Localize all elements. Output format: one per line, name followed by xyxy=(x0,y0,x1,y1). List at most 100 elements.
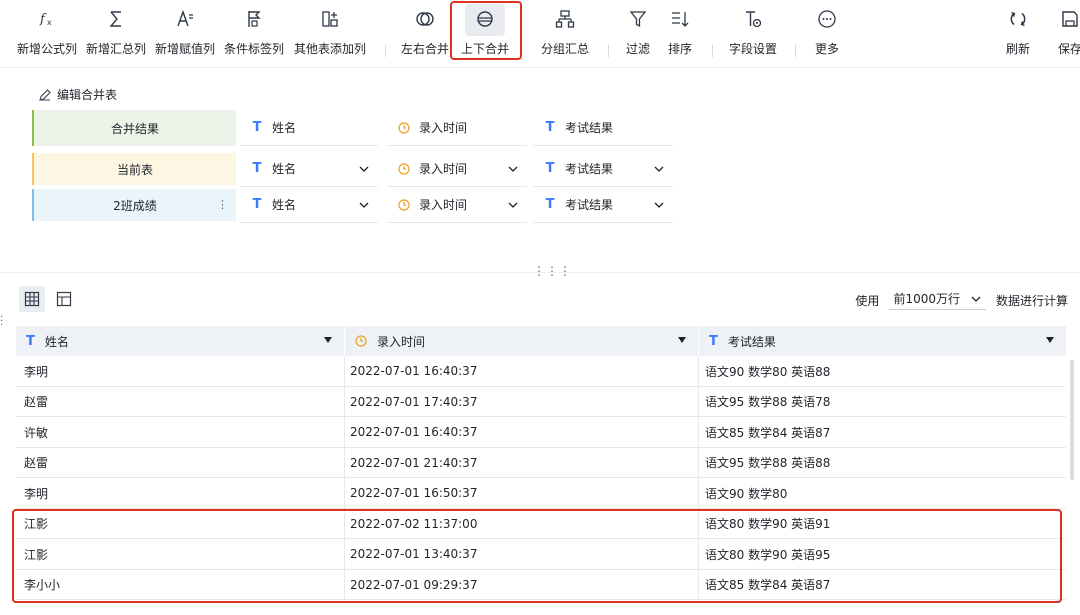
group-icon xyxy=(552,6,578,32)
caret-down-icon[interactable] xyxy=(324,337,332,343)
clock-icon xyxy=(397,162,411,175)
text-type-icon: T xyxy=(252,161,262,176)
filter-button[interactable]: 过滤 xyxy=(623,6,653,62)
layout-icon xyxy=(56,291,72,307)
text-type-icon: T xyxy=(545,197,555,212)
cell-name: 李明 xyxy=(16,356,345,386)
toolbar-label: 新增公式列 xyxy=(16,42,77,56)
current-table-field-name-select[interactable]: T 姓名 xyxy=(240,151,378,187)
add-summary-column-button[interactable]: 新增汇总列 xyxy=(85,6,147,62)
table-row[interactable]: 李明 2022-07-01 16:50:37 语文90 数学80 xyxy=(16,478,1066,509)
cell-time: 2022-07-01 16:40:37 xyxy=(345,417,699,447)
toolbar-label: 条件标签列 xyxy=(223,42,284,56)
flag-icon xyxy=(241,6,267,32)
column-header-name[interactable]: T 姓名 xyxy=(16,326,345,356)
row-limit-value: 前1000万行 xyxy=(893,292,960,306)
chevron-down-icon xyxy=(359,166,369,172)
source-current-table: 当前表 xyxy=(32,153,236,185)
merge-result-field-score: T 考试结果 xyxy=(533,110,673,146)
condition-tag-column-button[interactable]: 条件标签列 xyxy=(223,6,285,62)
assign-icon xyxy=(172,6,198,32)
source-class2-table: 2班成绩 ⋮ xyxy=(32,189,236,221)
table-header: T 姓名 录入时间 T 考试结果 xyxy=(16,326,1066,356)
cell-score: 语文90 数学80 xyxy=(705,486,788,501)
group-summary-button[interactable]: 分组汇总 xyxy=(540,6,590,62)
usage-prefix: 使用 xyxy=(855,293,880,308)
current-table-field-time-select[interactable]: 录入时间 xyxy=(387,151,527,187)
class2-field-name-select[interactable]: T 姓名 xyxy=(240,187,378,223)
field-settings-button[interactable]: 字段设置 xyxy=(727,6,779,62)
formula-icon: fx xyxy=(34,6,60,32)
cell-time: 2022-07-01 16:50:37 xyxy=(345,478,699,508)
table-row[interactable]: 赵雷 2022-07-01 21:40:37 语文95 数学88 英语88 xyxy=(16,447,1066,478)
cell-score: 语文90 数学80 英语88 xyxy=(705,364,831,379)
highlight-box-merge-button xyxy=(450,1,522,60)
sigma-icon xyxy=(103,6,129,32)
toolbar-label: 新增汇总列 xyxy=(85,42,146,56)
merge-result-field-time: 录入时间 xyxy=(387,110,527,146)
text-type-icon: T xyxy=(26,333,35,349)
cell-name: 赵雷 xyxy=(16,386,345,417)
refresh-icon xyxy=(1005,6,1031,32)
field-label: 考试结果 xyxy=(565,198,614,212)
caret-down-icon[interactable] xyxy=(1046,337,1054,343)
resize-handle[interactable]: ⋮⋮⋮ xyxy=(533,264,572,278)
add-formula-column-button[interactable]: fx 新增公式列 xyxy=(16,6,78,62)
text-type-icon: T xyxy=(545,161,555,176)
caret-down-icon[interactable] xyxy=(678,337,686,343)
edit-merge-table-link[interactable]: 编辑合并表 xyxy=(38,86,117,103)
toolbar-label: 保存 xyxy=(1057,42,1080,56)
cell-name: 赵雷 xyxy=(16,447,345,478)
edit-icon xyxy=(39,88,51,101)
cell-score: 语文95 数学88 英语78 xyxy=(705,395,831,409)
venn-icon xyxy=(412,6,438,32)
toolbar-label: 分组汇总 xyxy=(540,42,589,56)
column-header-score[interactable]: T 考试结果 xyxy=(699,326,1066,356)
column-label: 考试结果 xyxy=(727,334,776,349)
sort-button[interactable]: 排序 xyxy=(665,6,695,62)
class2-field-time-select[interactable]: 录入时间 xyxy=(387,187,527,223)
field-label: 考试结果 xyxy=(565,162,614,176)
filter-icon xyxy=(625,6,651,32)
clock-icon xyxy=(397,198,411,211)
more-button[interactable]: 更多 xyxy=(812,6,842,62)
highlight-box-merged-rows xyxy=(12,509,1062,603)
toolbar-label: 其他表添加列 xyxy=(293,42,366,56)
cell-score: 语文85 数学84 英语87 xyxy=(705,425,831,440)
table-row[interactable]: 许敏 2022-07-01 16:40:37 语文85 数学84 英语87 xyxy=(16,417,1066,448)
chevron-down-icon xyxy=(508,202,518,208)
refresh-button[interactable]: 刷新 xyxy=(1003,6,1033,62)
table-row[interactable]: 赵雷 2022-07-01 17:40:37 语文95 数学88 英语78 xyxy=(16,386,1066,417)
toolbar-label: 更多 xyxy=(814,42,839,56)
layout-view-button[interactable] xyxy=(51,286,77,312)
column-header-time[interactable]: 录入时间 xyxy=(345,326,699,356)
text-type-icon: T xyxy=(545,120,555,135)
left-right-merge-button[interactable]: 左右合并 xyxy=(400,6,450,62)
cell-name: 许敏 xyxy=(16,417,345,447)
source-merge-result: 合并结果 xyxy=(32,110,236,146)
field-label: 录入时间 xyxy=(419,198,468,212)
chevron-down-icon xyxy=(359,202,369,208)
clock-icon xyxy=(397,121,411,134)
add-assign-column-button[interactable]: 新增赋值列 xyxy=(154,6,216,62)
table-row[interactable]: 李明 2022-07-01 16:40:37 语文90 数学80 英语88 xyxy=(16,356,1066,387)
current-table-field-score-select[interactable]: T 考试结果 xyxy=(533,151,673,187)
add-column-from-other-table-button[interactable]: 其他表添加列 xyxy=(292,6,368,62)
source-label: 当前表 xyxy=(116,162,153,177)
grid-view-button[interactable] xyxy=(19,286,45,312)
field-label: 录入时间 xyxy=(419,121,468,135)
row-menu-icon[interactable]: ⋮ xyxy=(217,198,228,211)
save-button[interactable]: 保存 xyxy=(1055,6,1080,62)
add-column-icon xyxy=(317,6,343,32)
toolbar-label: 刷新 xyxy=(1005,42,1030,56)
grid-icon xyxy=(24,291,40,307)
column-label: 录入时间 xyxy=(377,334,426,349)
vertical-scrollbar[interactable] xyxy=(1070,360,1074,480)
field-settings-icon xyxy=(740,6,766,32)
class2-field-score-select[interactable]: T 考试结果 xyxy=(533,187,673,223)
toolbar-separator xyxy=(385,45,386,57)
side-handle[interactable]: · · · xyxy=(0,313,3,331)
row-limit-select[interactable]: 前1000万行 xyxy=(889,290,986,310)
chevron-down-icon xyxy=(654,202,664,208)
column-label: 姓名 xyxy=(44,334,69,349)
